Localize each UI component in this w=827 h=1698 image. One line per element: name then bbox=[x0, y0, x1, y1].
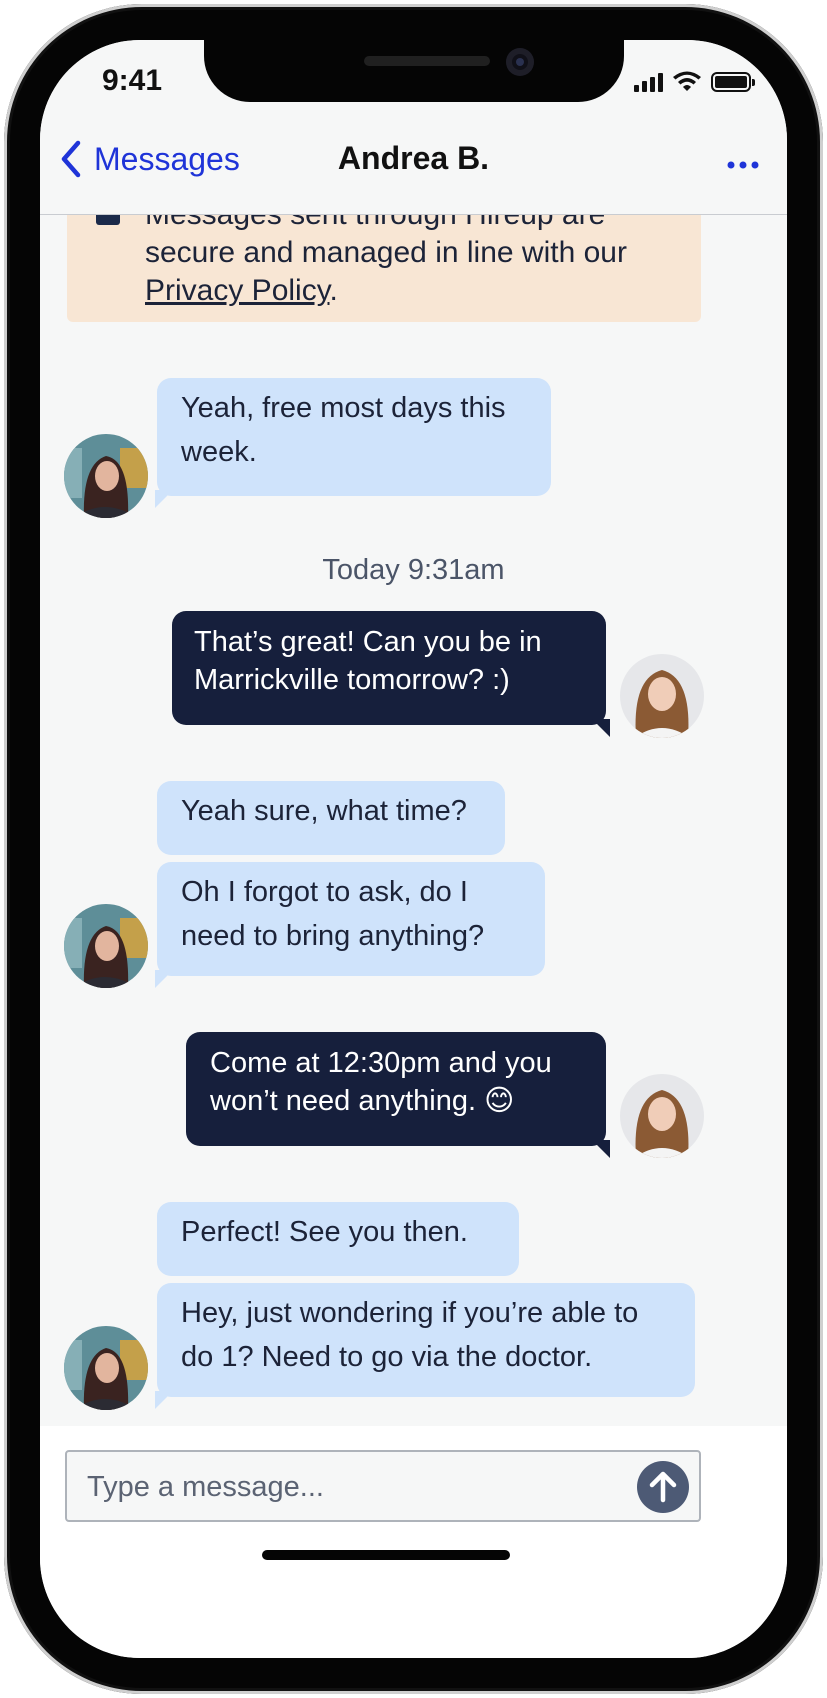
avatar[interactable] bbox=[620, 654, 704, 738]
avatar-andrea-image bbox=[64, 1326, 148, 1410]
avatar[interactable] bbox=[620, 1074, 704, 1158]
avatar-self-image bbox=[620, 654, 704, 738]
more-options-button[interactable] bbox=[727, 144, 759, 178]
more-horizontal-icon bbox=[727, 161, 759, 169]
home-indicator[interactable] bbox=[262, 1550, 510, 1560]
message-bubble-outgoing[interactable]: That’s great! Can you be in Marrickville… bbox=[172, 611, 610, 737]
chevron-left-icon bbox=[61, 140, 81, 178]
contact-name: Andrea B. bbox=[337, 140, 490, 176]
message-text: Yeah, free most days this week. bbox=[181, 392, 506, 468]
message-bubble-incoming[interactable]: Perfect! See you then. bbox=[157, 1202, 519, 1276]
back-button-label: Messages bbox=[94, 140, 240, 177]
phone-screen: i Messages sent through Hireup are secur… bbox=[40, 40, 787, 1658]
avatar[interactable] bbox=[64, 434, 148, 518]
message-text: That’s great! Can you be in Marrickville… bbox=[194, 626, 542, 696]
front-camera bbox=[506, 48, 534, 76]
battery-icon bbox=[711, 72, 755, 92]
message-bubble-incoming[interactable]: Yeah, free most days this week. bbox=[155, 378, 551, 508]
back-button[interactable]: Messages bbox=[60, 140, 240, 178]
arrow-up-icon bbox=[649, 1471, 677, 1503]
privacy-notice-text: Messages sent through Hireup are secure … bbox=[145, 214, 685, 310]
message-text: Yeah sure, what time? bbox=[181, 795, 467, 827]
signal-icon bbox=[634, 72, 663, 92]
avatar-andrea-image bbox=[64, 904, 148, 988]
message-text: Perfect! See you then. bbox=[181, 1216, 468, 1248]
message-bubble-incoming[interactable]: Yeah sure, what time? bbox=[157, 781, 505, 855]
status-time: 9:41 bbox=[102, 64, 163, 97]
privacy-notice: i Messages sent through Hireup are secur… bbox=[67, 214, 701, 322]
message-text: Come at 12:30pm and you won’t need anyth… bbox=[210, 1047, 552, 1117]
message-composer bbox=[65, 1450, 701, 1522]
send-button[interactable] bbox=[637, 1461, 689, 1513]
notch bbox=[204, 40, 624, 102]
message-text: Oh I forgot to ask, do I need to bring a… bbox=[181, 876, 485, 952]
privacy-policy-link[interactable]: Privacy Policy bbox=[145, 274, 329, 307]
timestamp: Today 9:31am bbox=[322, 554, 505, 586]
wifi-icon bbox=[673, 71, 701, 91]
notice-period: . bbox=[329, 274, 338, 307]
info-icon: i bbox=[96, 214, 120, 225]
message-bubble-incoming[interactable]: Oh I forgot to ask, do I need to bring a… bbox=[155, 862, 545, 988]
chat-thread[interactable]: i Messages sent through Hireup are secur… bbox=[40, 214, 787, 1426]
status-icons bbox=[634, 70, 755, 94]
message-text: Hey, just wondering if you’re able to do… bbox=[181, 1297, 639, 1373]
avatar[interactable] bbox=[64, 1326, 148, 1410]
message-input[interactable] bbox=[85, 1464, 629, 1510]
avatar-self-image bbox=[620, 1074, 704, 1158]
avatar[interactable] bbox=[64, 904, 148, 988]
avatar-andrea-image bbox=[64, 434, 148, 518]
notice-text: Messages sent through Hireup are secure … bbox=[145, 214, 627, 269]
message-bubble-outgoing[interactable]: Come at 12:30pm and you won’t need anyth… bbox=[186, 1032, 610, 1158]
message-bubble-incoming[interactable]: Hey, just wondering if you’re able to do… bbox=[155, 1283, 695, 1409]
speaker bbox=[364, 56, 490, 66]
